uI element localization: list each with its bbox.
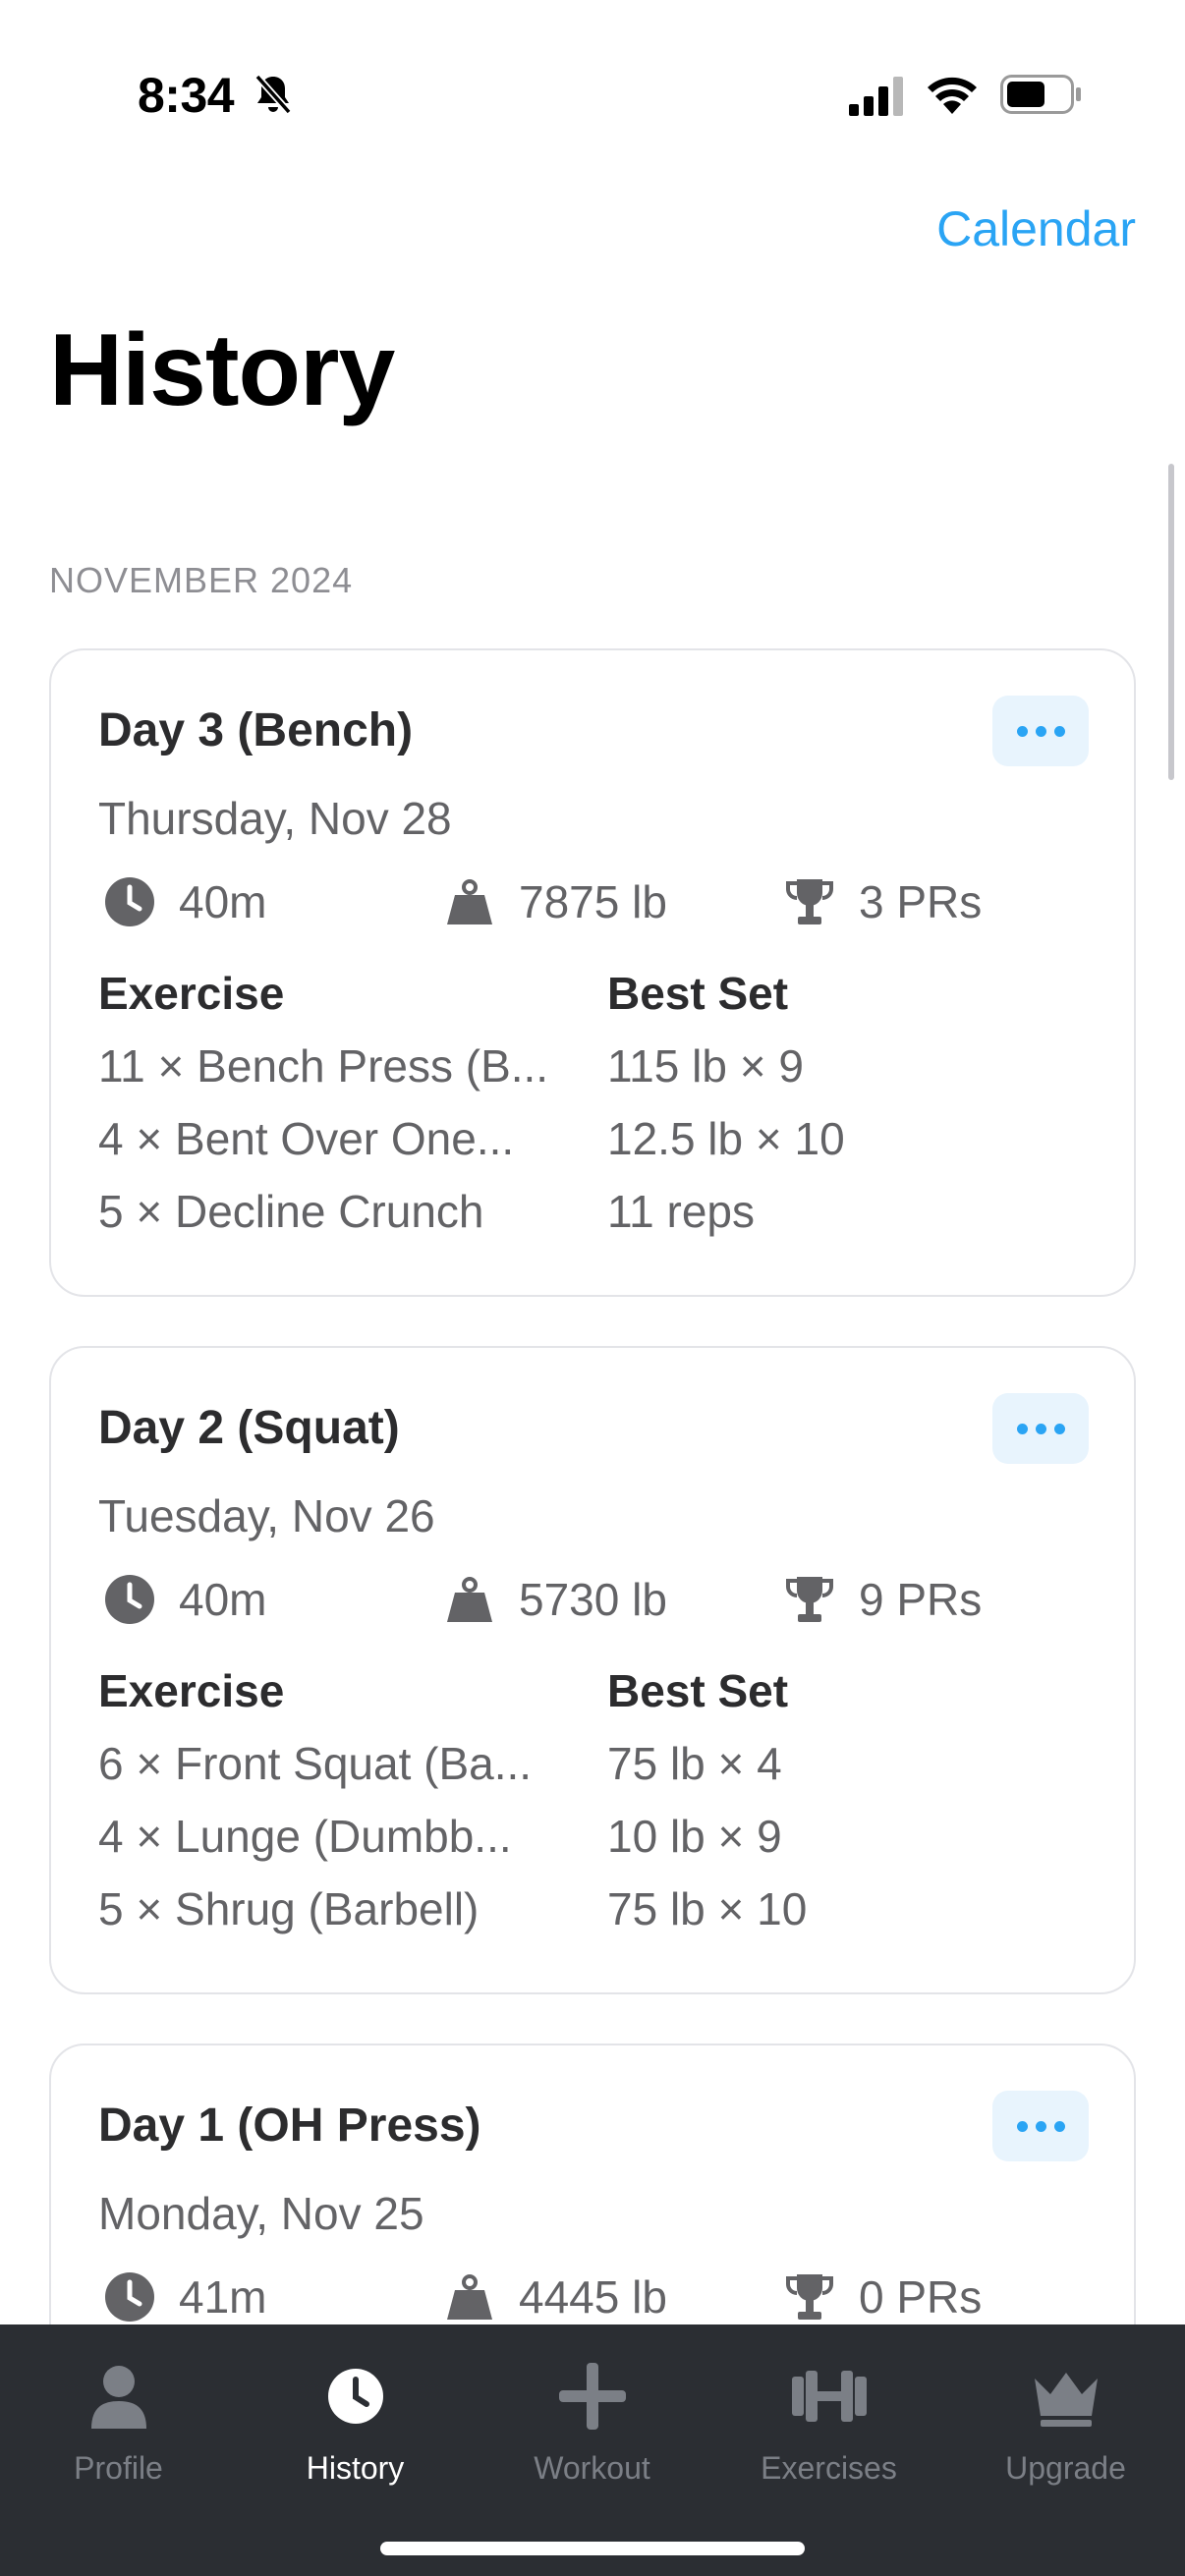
tab-bar: Profile History Workout Exercises Upgrad… [0,2324,1185,2576]
volume-value: 4445 lb [519,2271,667,2323]
workout-date: Monday, Nov 25 [98,2188,424,2239]
exercise-column-header: Exercise [98,968,285,1019]
workout-date: Thursday, Nov 28 [98,793,452,844]
ellipsis-icon [1016,2120,1028,2132]
ellipsis-icon [1016,1423,1028,1434]
best-set-value: 115 lb × 9 [607,1040,804,1092]
status-bar: 8:34 [0,0,1185,187]
tab-history[interactable]: History [237,2324,474,2521]
volume-value: 5730 lb [519,1574,667,1625]
prs-value: 9 PRs [859,1574,983,1625]
page-title: History [49,313,395,427]
duration-stat: 41m [102,2268,266,2326]
best-set-column-header: Best Set [607,1665,789,1716]
tab-exercises[interactable]: Exercises [710,2324,947,2521]
best-set-value: 10 lb × 9 [607,1811,782,1862]
duration-value: 40m [179,1574,267,1625]
profile-icon [87,2352,150,2440]
workout-title: Day 2 (Squat) [98,1402,400,1454]
section-header-month: NOVEMBER 2024 [49,560,354,600]
prs-stat: 0 PRs [782,2268,982,2326]
home-indicator [380,2542,805,2555]
prs-value: 0 PRs [859,2271,983,2323]
exercise-name: 6 × Front Squat (Ba... [98,1738,533,1789]
workout-card[interactable]: Day 3 (Bench) Thursday, Nov 28 40m 7875 … [49,648,1136,1297]
prs-stat: 3 PRs [782,872,982,931]
best-set-value: 11 reps [607,1186,756,1237]
volume-stat: 7875 lb [442,872,667,931]
volume-value: 7875 lb [519,876,667,927]
exercise-name: 4 × Bent Over One... [98,1113,515,1164]
exercise-name: 11 × Bench Press (B... [98,1040,549,1092]
duration-value: 41m [179,2271,267,2323]
clock-icon [102,874,157,929]
status-time: 8:34 [138,68,235,123]
more-options-button[interactable] [992,1393,1089,1464]
volume-stat: 5730 lb [442,1570,667,1629]
wifi-icon [928,77,977,114]
crown-icon [1031,2352,1101,2440]
exercise-column-header: Exercise [98,1665,285,1716]
dumbbell-icon [790,2352,869,2440]
workout-card[interactable]: Day 2 (Squat) Tuesday, Nov 26 40m 5730 l… [49,1346,1136,1994]
battery-icon [1000,75,1081,114]
history-screen: 8:34 Calendar History NOVEMBER 2024 Day … [0,0,1185,2576]
tab-label: Profile [74,2450,163,2486]
clock-icon [102,1572,157,1627]
best-set-value: 75 lb × 4 [607,1738,782,1789]
exercise-name: 4 × Lunge (Dumbb... [98,1811,512,1862]
tab-workout[interactable]: Workout [474,2324,710,2521]
more-options-button[interactable] [992,696,1089,766]
volume-stat: 4445 lb [442,2268,667,2326]
clock-icon [102,2269,157,2324]
more-options-button[interactable] [992,2091,1089,2161]
cellular-signal-icon [849,77,903,116]
tab-label: Exercises [761,2450,897,2486]
calendar-button[interactable]: Calendar [936,200,1136,257]
tab-label: Upgrade [1005,2450,1126,2486]
prs-stat: 9 PRs [782,1570,982,1629]
weight-icon [442,874,497,929]
best-set-value: 12.5 lb × 10 [607,1113,845,1164]
workout-title: Day 1 (OH Press) [98,2100,481,2152]
scroll-indicator[interactable] [1168,464,1174,780]
best-set-column-header: Best Set [607,968,789,1019]
duration-stat: 40m [102,1570,266,1629]
workout-date: Tuesday, Nov 26 [98,1490,435,1541]
weight-icon [442,1572,497,1627]
clock-icon [326,2352,385,2440]
ellipsis-icon [1016,725,1028,737]
duration-value: 40m [179,876,267,927]
weight-icon [442,2269,497,2324]
tab-label: Workout [534,2450,650,2486]
prs-value: 3 PRs [859,876,983,927]
trophy-icon [782,2269,837,2324]
bell-muted-icon [254,74,292,115]
tab-upgrade[interactable]: Upgrade [947,2324,1184,2521]
trophy-icon [782,1572,837,1627]
best-set-value: 75 lb × 10 [607,1883,808,1934]
plus-icon [557,2352,628,2440]
tab-profile[interactable]: Profile [0,2324,237,2521]
exercise-name: 5 × Decline Crunch [98,1186,484,1237]
exercise-name: 5 × Shrug (Barbell) [98,1883,480,1934]
workout-title: Day 3 (Bench) [98,704,414,756]
tab-label: History [306,2450,405,2486]
duration-stat: 40m [102,872,266,931]
trophy-icon [782,874,837,929]
